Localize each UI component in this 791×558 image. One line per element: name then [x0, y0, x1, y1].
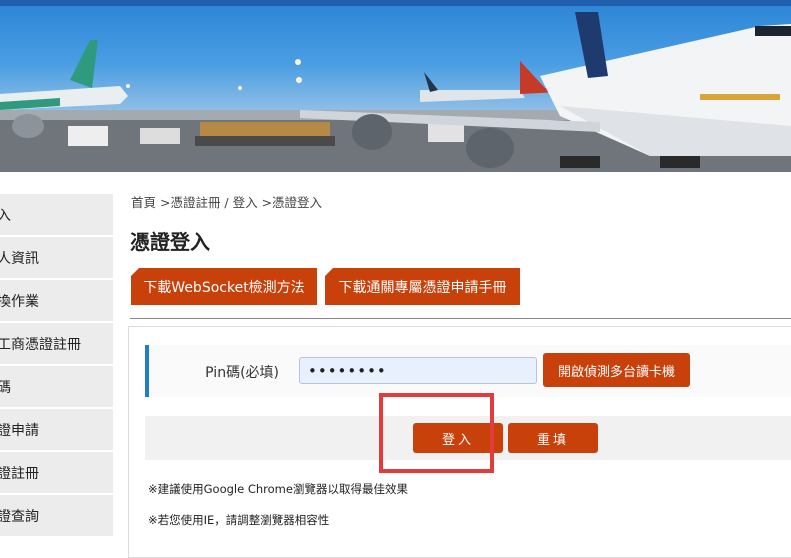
pin-label-cell: Pin碼(必填): [149, 345, 287, 397]
sidebar-item-login[interactable]: 入: [0, 194, 113, 236]
pin-label: Pin碼(必填): [205, 365, 279, 381]
sidebar: 入 人資訊 換作業 工商憑證註冊 碼 證申請 證註冊 證查詢: [0, 194, 113, 538]
sidebar-item-label: 入: [0, 208, 11, 224]
sidebar-item-personal-info[interactable]: 人資訊: [0, 237, 113, 279]
note-browser: ※建議使用Google Chrome瀏覽器以取得最佳效果: [148, 482, 408, 496]
sidebar-item-exchange[interactable]: 換作業: [0, 280, 113, 322]
highlight-box: [379, 393, 494, 473]
pin-input[interactable]: [299, 357, 537, 384]
sidebar-item-label: 證註冊: [0, 466, 39, 482]
sidebar-item-label: 工商憑證註冊: [0, 337, 81, 353]
sidebar-item-label: 人資訊: [0, 251, 39, 267]
sidebar-item-cert-query[interactable]: 證查詢: [0, 495, 113, 537]
sidebar-item-label: 碼: [0, 380, 11, 396]
download-websocket-button[interactable]: 下載WebSocket檢測方法: [131, 268, 317, 305]
airport-banner-image: [0, 6, 791, 172]
sidebar-item-label: 換作業: [0, 294, 39, 310]
corner-fold-icon: [131, 268, 139, 276]
download-manual-label: 下載通關專屬憑證申請手冊: [338, 279, 507, 296]
breadcrumb: 首頁 >憑證註冊 / 登入 >憑證登入: [131, 195, 323, 210]
sidebar-item-password[interactable]: 碼: [0, 366, 113, 408]
sidebar-item-business-cert[interactable]: 工商憑證註冊: [0, 323, 113, 365]
sidebar-item-label: 證查詢: [0, 509, 39, 525]
detect-card-readers-button[interactable]: 開啟偵測多台讀卡機: [543, 353, 690, 387]
corner-fold-icon: [325, 268, 333, 276]
note-ie-compat: ※若您使用IE，請調整瀏覽器相容性: [148, 513, 330, 527]
divider: [130, 318, 791, 319]
page-title: 憑證登入: [130, 230, 210, 254]
sidebar-item-label: 證申請: [0, 423, 39, 439]
sidebar-item-cert-apply[interactable]: 證申請: [0, 409, 113, 451]
reset-button[interactable]: 重填: [508, 423, 598, 453]
download-websocket-label: 下載WebSocket檢測方法: [143, 279, 305, 296]
download-manual-button[interactable]: 下載通關專屬憑證申請手冊: [325, 268, 520, 305]
sidebar-item-cert-register[interactable]: 證註冊: [0, 452, 113, 494]
